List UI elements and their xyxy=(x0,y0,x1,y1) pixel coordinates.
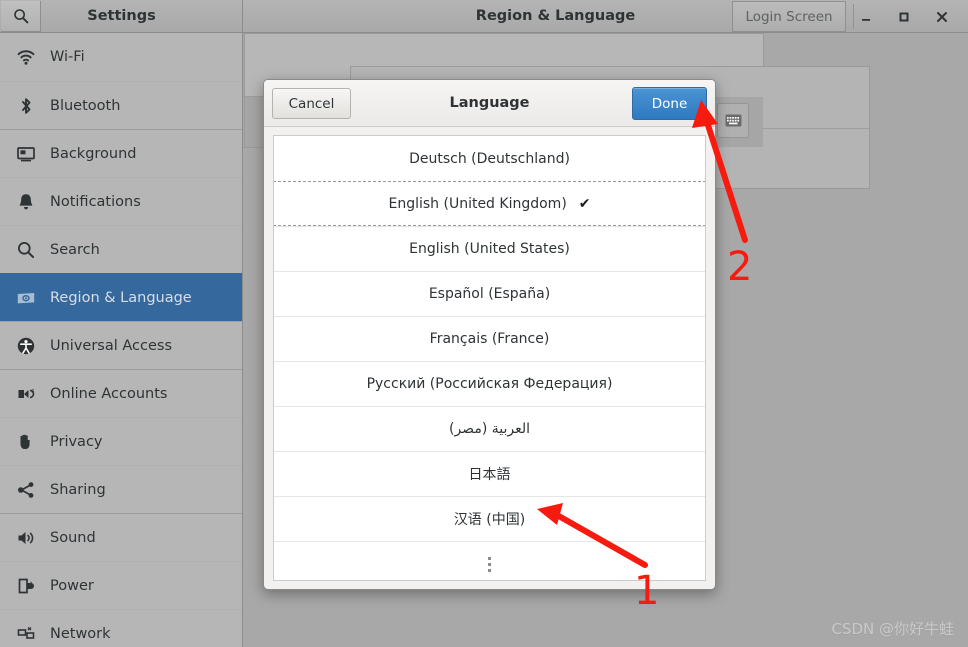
sidebar-item-universal-access[interactable]: Universal Access xyxy=(0,321,242,369)
maximize-icon xyxy=(897,10,911,24)
wifi-icon xyxy=(14,45,38,69)
close-icon xyxy=(935,10,949,24)
sidebar-item-sound[interactable]: Sound xyxy=(0,513,242,561)
sidebar-item-region-language[interactable]: Region & Language xyxy=(0,273,242,321)
language-label: العربية (مصر) xyxy=(449,421,530,437)
privacy-hand-icon xyxy=(14,430,38,454)
title-bar: Settings Region & Language Login Screen xyxy=(0,0,968,33)
sidebar-item-power[interactable]: Power xyxy=(0,561,242,609)
sidebar-item-notifications[interactable]: Notifications xyxy=(0,177,242,225)
title-bar-left: Settings xyxy=(0,0,243,32)
search-icon xyxy=(14,238,38,262)
sidebar-item-label: Privacy xyxy=(50,433,103,450)
language-label: 汉语 (中国) xyxy=(453,512,526,528)
speaker-icon xyxy=(14,526,38,550)
list-item[interactable]: Deutsch (Deutschland) xyxy=(274,136,705,181)
universal-access-icon xyxy=(14,334,38,358)
sidebar-item-label: Wi-Fi xyxy=(50,49,85,65)
done-button[interactable]: Done xyxy=(632,87,707,120)
language-label: Deutsch (Deutschland) xyxy=(409,150,570,167)
list-item[interactable]: Русский (Российская Федерация) xyxy=(274,361,705,406)
dialog-body: Deutsch (Deutschland) English (United Ki… xyxy=(264,127,715,589)
list-item[interactable]: English (United States) xyxy=(274,226,705,271)
sidebar-item-label: Background xyxy=(50,145,137,162)
sidebar-item-label: Power xyxy=(50,577,94,594)
sidebar-item-search[interactable]: Search xyxy=(0,225,242,273)
watermark: CSDN @你好牛蛙 xyxy=(831,620,954,638)
language-label: Русский (Российская Федерация) xyxy=(366,376,613,392)
list-item[interactable]: Español (España) xyxy=(274,271,705,316)
list-item[interactable]: 汉语 (中国) xyxy=(274,496,705,541)
language-list[interactable]: Deutsch (Deutschland) English (United Ki… xyxy=(273,135,706,581)
close-button[interactable] xyxy=(924,0,960,33)
sidebar-item-label: Bluetooth xyxy=(50,97,121,114)
sidebar-item-label: Sound xyxy=(50,529,96,546)
keyboard-button[interactable] xyxy=(717,103,749,138)
sidebar-item-sharing[interactable]: Sharing xyxy=(0,465,242,513)
language-label: English (United Kingdom) xyxy=(388,195,567,212)
search-button[interactable] xyxy=(1,0,41,32)
language-label: 日本語 xyxy=(468,467,511,483)
sidebar-item-privacy[interactable]: Privacy xyxy=(0,417,242,465)
bluetooth-icon xyxy=(14,94,38,118)
sidebar-item-label: Search xyxy=(50,241,100,258)
sharing-icon xyxy=(14,478,38,502)
sidebar-item-online-accounts[interactable]: s Online Accounts xyxy=(0,369,242,417)
annotation-step-2: 2 xyxy=(727,244,753,290)
language-dialog: Cancel Language Done Deutsch (Deutschlan… xyxy=(263,79,716,590)
online-accounts-icon: s xyxy=(14,382,38,406)
language-label: English (United States) xyxy=(409,241,570,257)
settings-window: Settings Region & Language Login Screen xyxy=(0,0,968,647)
network-icon xyxy=(14,622,38,646)
sidebar-item-label: Online Accounts xyxy=(50,385,168,402)
annotation-step-1: 1 xyxy=(634,568,660,614)
bell-icon xyxy=(14,190,38,214)
title-bar-right: Region & Language Login Screen xyxy=(243,0,968,32)
sidebar-item-label: Region & Language xyxy=(50,289,192,306)
search-icon xyxy=(13,8,29,24)
background-icon xyxy=(14,142,38,166)
minimize-button[interactable] xyxy=(848,0,884,33)
sidebar-item-bluetooth[interactable]: Bluetooth xyxy=(0,81,242,129)
sidebar-item-label: Universal Access xyxy=(50,337,173,354)
check-icon: ✔ xyxy=(578,195,591,212)
svg-text:s: s xyxy=(31,387,34,394)
power-battery-icon xyxy=(14,574,38,598)
list-item[interactable]: العربية (مصر) xyxy=(274,406,705,451)
sidebar[interactable]: Wi-Fi Bluetooth Background Notifications… xyxy=(0,33,243,647)
list-item-selected[interactable]: English (United Kingdom) ✔ xyxy=(274,181,705,226)
more-vertical-icon xyxy=(488,556,491,572)
keyboard-icon xyxy=(725,114,742,127)
sidebar-item-wifi[interactable]: Wi-Fi xyxy=(0,33,242,81)
maximize-button[interactable] xyxy=(886,0,922,33)
sidebar-item-network[interactable]: Network xyxy=(0,609,242,647)
dialog-header: Cancel Language Done xyxy=(264,80,715,127)
login-screen-button[interactable]: Login Screen xyxy=(732,1,846,32)
region-language-icon xyxy=(14,286,38,310)
language-label: Français (France) xyxy=(429,331,550,347)
sidebar-item-label: Network xyxy=(50,625,111,642)
language-label: Español (España) xyxy=(428,286,551,302)
sidebar-item-background[interactable]: Background xyxy=(0,129,242,177)
sidebar-item-label: Sharing xyxy=(50,481,106,498)
settings-title: Settings xyxy=(87,8,156,24)
minimize-icon xyxy=(859,10,873,24)
list-item[interactable]: Français (France) xyxy=(274,316,705,361)
list-item[interactable]: 日本語 xyxy=(274,451,705,496)
sidebar-item-label: Notifications xyxy=(50,193,141,210)
